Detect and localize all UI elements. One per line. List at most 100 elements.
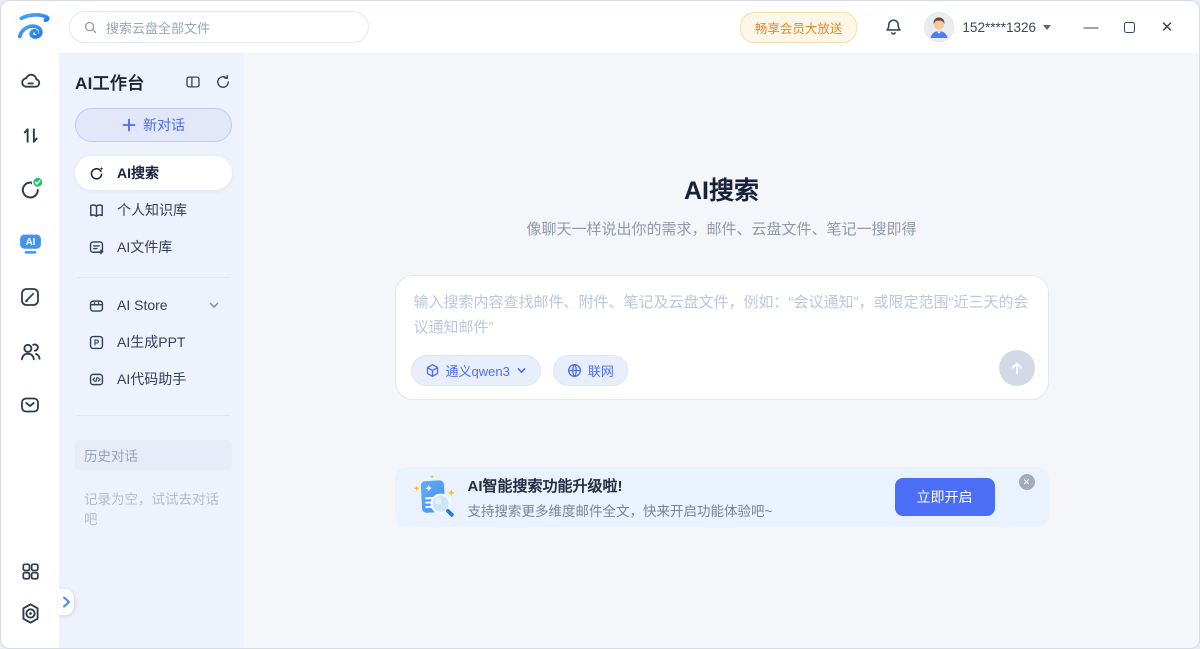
maximize-button[interactable] bbox=[1115, 13, 1143, 41]
close-button[interactable]: ✕ bbox=[1153, 13, 1181, 41]
new-chat-button[interactable]: 新对话 bbox=[75, 108, 232, 142]
main-content: AI搜索 像聊天一样说出你的需求，邮件、云盘文件、笔记一搜即得 输入搜索内容查找… bbox=[244, 53, 1199, 648]
web-search-pill[interactable]: 联网 bbox=[553, 355, 628, 386]
sidebar-item-label: 个人知识库 bbox=[117, 200, 187, 220]
chevron-down-icon bbox=[516, 365, 527, 376]
rail-bottom bbox=[14, 558, 46, 626]
rail-expand-handle[interactable] bbox=[58, 589, 74, 615]
rail-item-ai-assistant[interactable]: AI bbox=[14, 230, 46, 256]
web-search-label: 联网 bbox=[588, 361, 614, 380]
global-search-input[interactable]: 搜索云盘全部文件 bbox=[69, 11, 369, 43]
sidebar-title: AI工作台 bbox=[75, 69, 145, 94]
enable-now-button[interactable]: 立即开启 bbox=[895, 478, 995, 516]
caret-down-icon bbox=[1043, 25, 1051, 30]
app-window: 搜索云盘全部文件 畅享会员大放送 bbox=[0, 0, 1200, 649]
refresh-button[interactable] bbox=[214, 73, 232, 91]
ai-search-upgrade-icon bbox=[409, 471, 459, 523]
search-icon bbox=[83, 20, 98, 35]
ai-search-placeholder: 输入搜索内容查找邮件、附件、笔记及云盘文件，例如：“会议通知”，或限定范围“近三… bbox=[414, 291, 1030, 341]
minimize-button[interactable]: — bbox=[1077, 13, 1105, 41]
topbar-right: 畅享会员大放送 152****1326 bbox=[740, 12, 1181, 43]
page-title: AI搜索 bbox=[395, 171, 1049, 207]
rail-item-sync-status[interactable] bbox=[14, 176, 46, 202]
sidebar-nav: AI搜索 个人知识库 AI文件库 bbox=[75, 156, 232, 399]
ppt-icon: P bbox=[87, 333, 106, 352]
upgrade-banner: AI智能搜索功能升级啦! 支持搜索更多维度邮件全文，快来开启功能体验吧~ 立即开… bbox=[395, 467, 1049, 527]
refresh-icon bbox=[214, 73, 232, 91]
collapse-panel-button[interactable] bbox=[184, 73, 202, 91]
panel-toggle-icon bbox=[184, 73, 202, 91]
banner-title: AI智能搜索功能升级啦! bbox=[468, 475, 773, 496]
topbar: 搜索云盘全部文件 畅享会员大放送 bbox=[1, 1, 1199, 53]
notification-bell-button[interactable] bbox=[883, 17, 904, 38]
send-button[interactable] bbox=[999, 350, 1035, 386]
sidebar-divider bbox=[77, 415, 230, 416]
sidebar-item-knowledge-base[interactable]: 个人知识库 bbox=[75, 193, 232, 227]
rail-item-contacts[interactable] bbox=[14, 338, 46, 364]
svg-text:AI: AI bbox=[25, 237, 35, 248]
code-icon bbox=[87, 370, 106, 389]
rail-item-settings[interactable] bbox=[14, 600, 46, 626]
page-subtitle: 像聊天一样说出你的需求，邮件、云盘文件、笔记一搜即得 bbox=[395, 218, 1049, 239]
transfer-arrows-icon bbox=[19, 124, 42, 147]
banner-subtitle: 支持搜索更多维度邮件全文，快来开启功能体验吧~ bbox=[468, 500, 773, 520]
ai-search-icon bbox=[87, 164, 106, 183]
people-icon bbox=[18, 339, 43, 364]
sidebar-item-ai-search[interactable]: AI搜索 bbox=[75, 156, 232, 190]
new-chat-label: 新对话 bbox=[143, 115, 185, 135]
sidebar-divider bbox=[77, 277, 230, 278]
avatar bbox=[924, 12, 954, 42]
sidebar-item-label: AI搜索 bbox=[117, 163, 159, 183]
sidebar-item-label: AI代码助手 bbox=[117, 369, 186, 389]
rail-item-transfer-list[interactable] bbox=[14, 122, 46, 148]
search-options: 通义qwen3 联网 bbox=[411, 355, 628, 386]
cloud-icon bbox=[18, 69, 43, 94]
cloud-brand-icon bbox=[15, 10, 53, 44]
rail-item-apps-grid[interactable] bbox=[14, 558, 46, 584]
app-body: AI bbox=[1, 53, 1199, 648]
sidebar-item-label: AI文件库 bbox=[117, 237, 172, 257]
rail-item-mail[interactable] bbox=[14, 392, 46, 418]
document-plus-icon bbox=[87, 238, 106, 257]
model-name: 通义qwen3 bbox=[446, 361, 510, 380]
sync-icon bbox=[17, 176, 44, 203]
sidebar-item-ai-code[interactable]: AI代码助手 bbox=[75, 362, 232, 396]
window-controls: — ✕ bbox=[1077, 13, 1181, 41]
maximize-icon bbox=[1124, 22, 1135, 33]
svg-text:P: P bbox=[94, 338, 99, 347]
sidebar-item-label: AI Store bbox=[117, 297, 168, 313]
settings-icon bbox=[18, 601, 43, 626]
user-menu[interactable]: 152****1326 bbox=[924, 12, 1051, 42]
sidebar-item-ai-file-library[interactable]: AI文件库 bbox=[75, 230, 232, 264]
sidebar-header: AI工作台 bbox=[75, 69, 232, 94]
edit-note-icon bbox=[18, 285, 42, 309]
banner-close-button[interactable]: ✕ bbox=[1019, 474, 1035, 490]
sidebar-item-ai-ppt[interactable]: P AI生成PPT bbox=[75, 325, 232, 359]
ai-badge-icon: AI bbox=[17, 230, 44, 257]
chevron-right-icon bbox=[62, 596, 71, 608]
sidebar-item-ai-store[interactable]: AI Store bbox=[75, 288, 232, 322]
left-rail: AI bbox=[1, 53, 59, 648]
bell-icon bbox=[883, 17, 904, 38]
rail-item-notes[interactable] bbox=[14, 284, 46, 310]
arrow-up-icon bbox=[1008, 359, 1026, 377]
store-icon bbox=[87, 296, 106, 315]
model-cube-icon bbox=[425, 363, 440, 378]
app-logo[interactable] bbox=[13, 8, 55, 46]
globe-icon bbox=[567, 363, 582, 378]
history-section-title: 历史对话 bbox=[75, 440, 232, 470]
rail-item-cloud-drive[interactable] bbox=[14, 68, 46, 94]
plus-icon bbox=[122, 118, 136, 132]
sidebar: AI工作台 bbox=[59, 53, 244, 648]
ai-search-box[interactable]: 输入搜索内容查找邮件、附件、笔记及云盘文件，例如：“会议通知”，或限定范围“近三… bbox=[395, 275, 1049, 400]
book-icon bbox=[87, 201, 106, 220]
sidebar-item-label: AI生成PPT bbox=[117, 332, 185, 352]
promo-badge[interactable]: 畅享会员大放送 bbox=[740, 12, 858, 43]
mail-icon bbox=[18, 393, 42, 417]
username: 152****1326 bbox=[962, 20, 1036, 35]
global-search-placeholder: 搜索云盘全部文件 bbox=[106, 18, 210, 37]
chevron-down-icon bbox=[208, 299, 220, 311]
model-selector-pill[interactable]: 通义qwen3 bbox=[411, 355, 541, 386]
history-empty-text: 记录为空，试试去对话吧 bbox=[75, 488, 232, 528]
apps-grid-icon bbox=[19, 560, 42, 583]
